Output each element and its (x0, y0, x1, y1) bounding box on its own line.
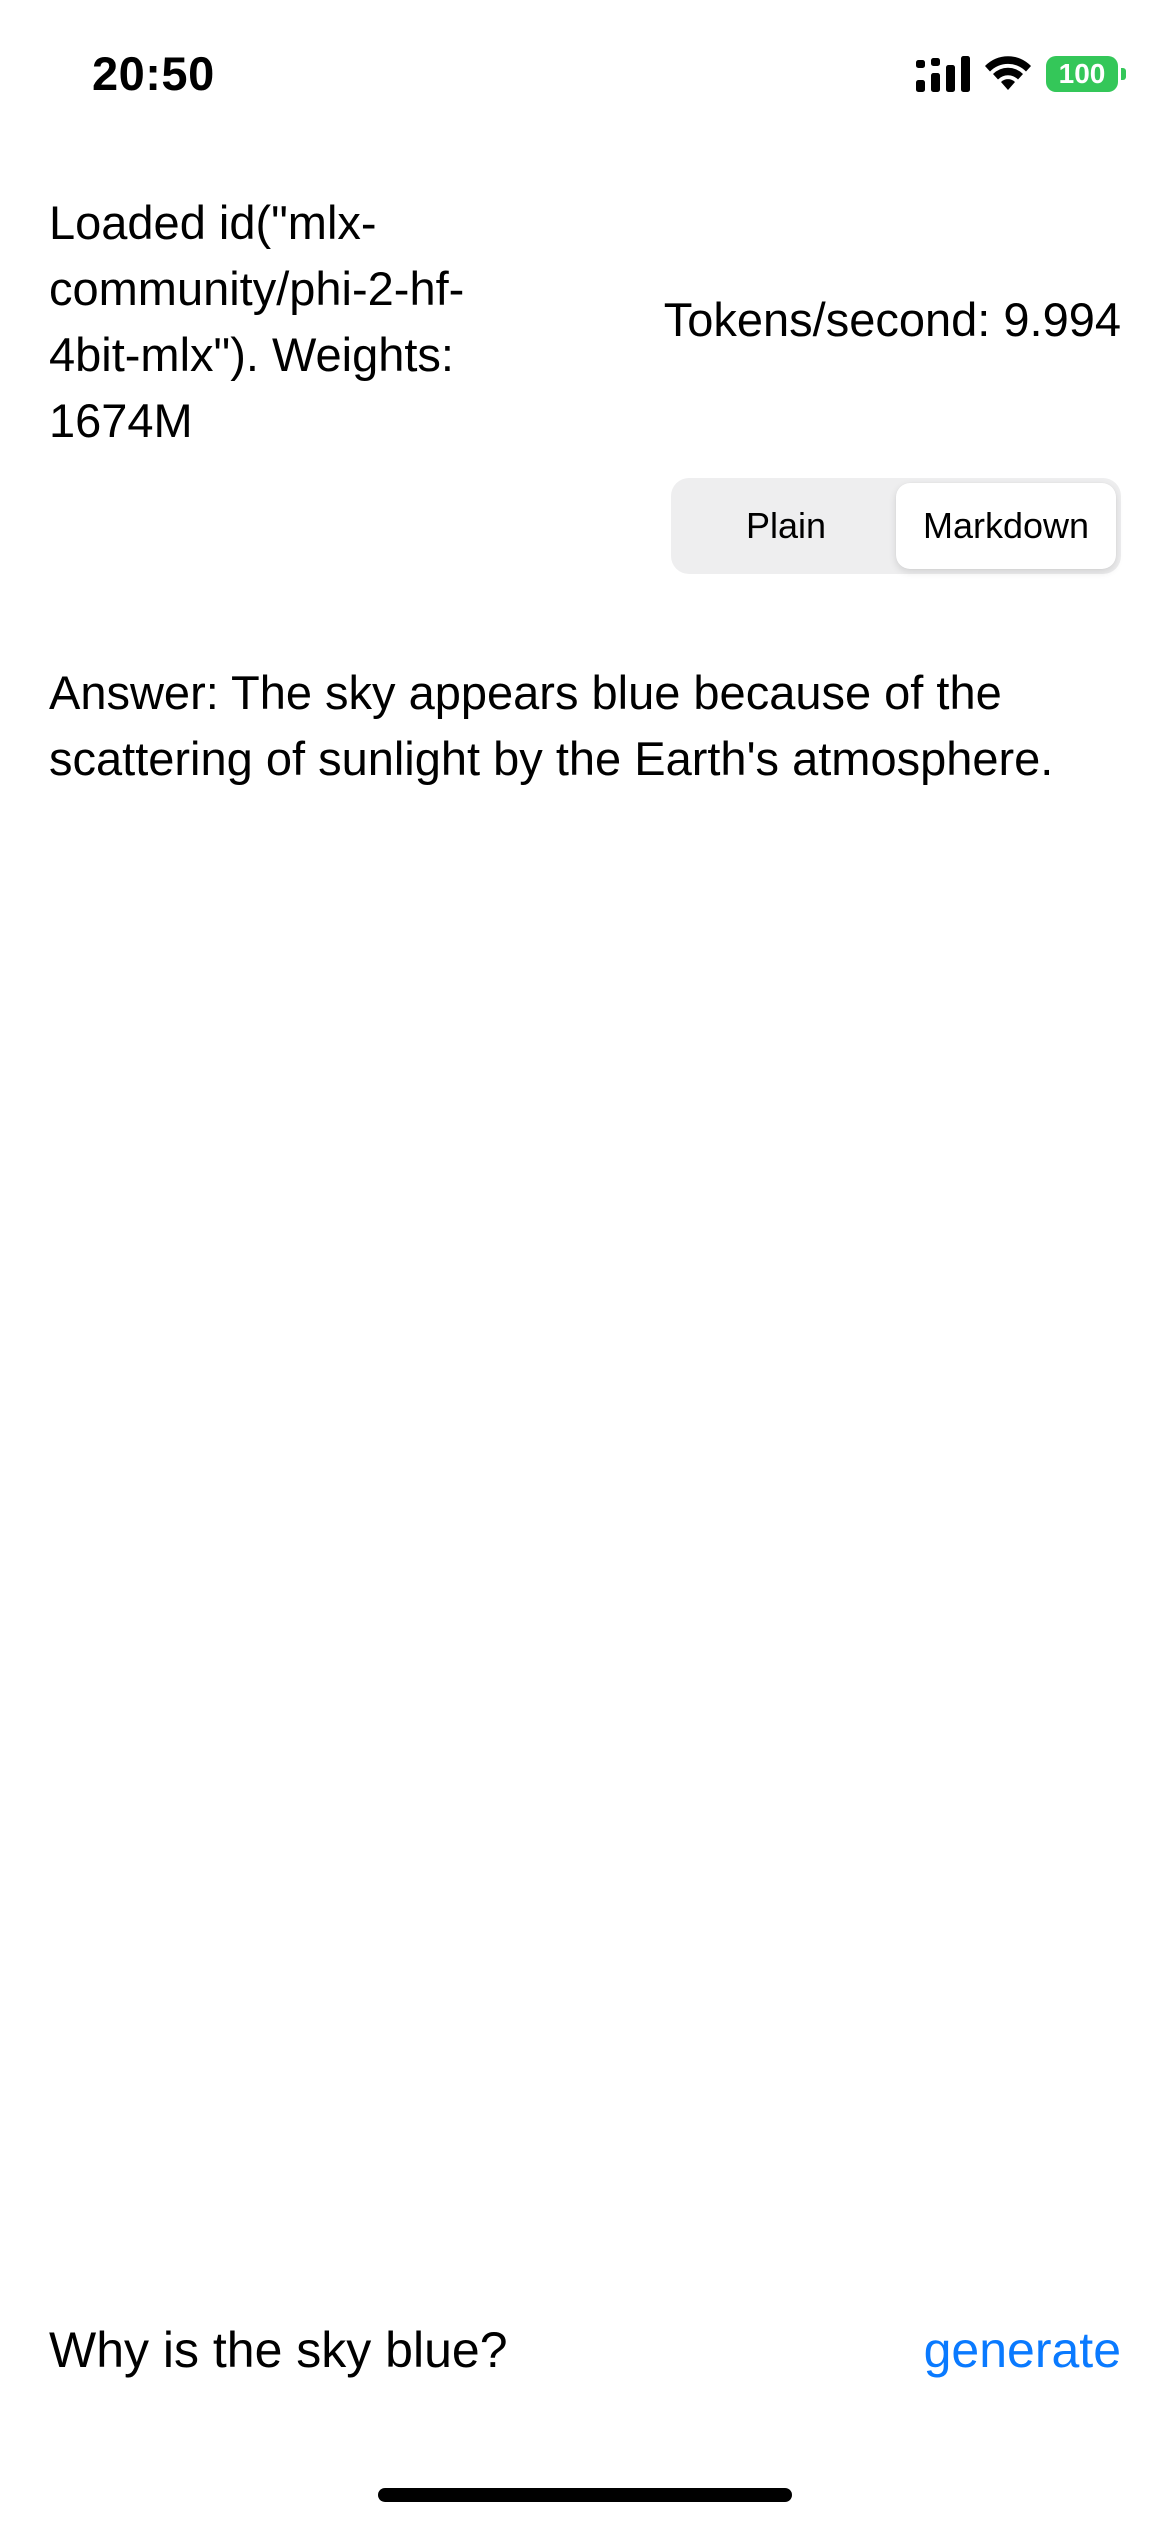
prompt-input[interactable] (49, 2321, 849, 2379)
wifi-icon (984, 56, 1032, 92)
status-bar: 20:50 100 (0, 0, 1170, 150)
segment-markdown[interactable]: Markdown (896, 483, 1116, 569)
cellular-signal-icon (916, 56, 970, 92)
battery-icon: 100 (1046, 56, 1126, 92)
tokens-per-second: Tokens/second: 9.994 (663, 293, 1121, 346)
status-time: 20:50 (92, 47, 215, 100)
status-icons: 100 (916, 54, 1126, 94)
prompt-row: generate (49, 2315, 1121, 2385)
display-mode-picker: Plain Markdown (671, 478, 1121, 574)
generate-button[interactable]: generate (924, 2321, 1121, 2379)
model-load-info: Loaded id("mlx-community/phi-2-hf-4bit-m… (49, 196, 465, 447)
battery-level: 100 (1058, 58, 1106, 89)
generated-output: Answer: The sky appears blue because of … (49, 666, 1054, 785)
segment-plain[interactable]: Plain (676, 483, 896, 569)
home-indicator (378, 2488, 792, 2502)
battery-nub (1121, 68, 1126, 80)
